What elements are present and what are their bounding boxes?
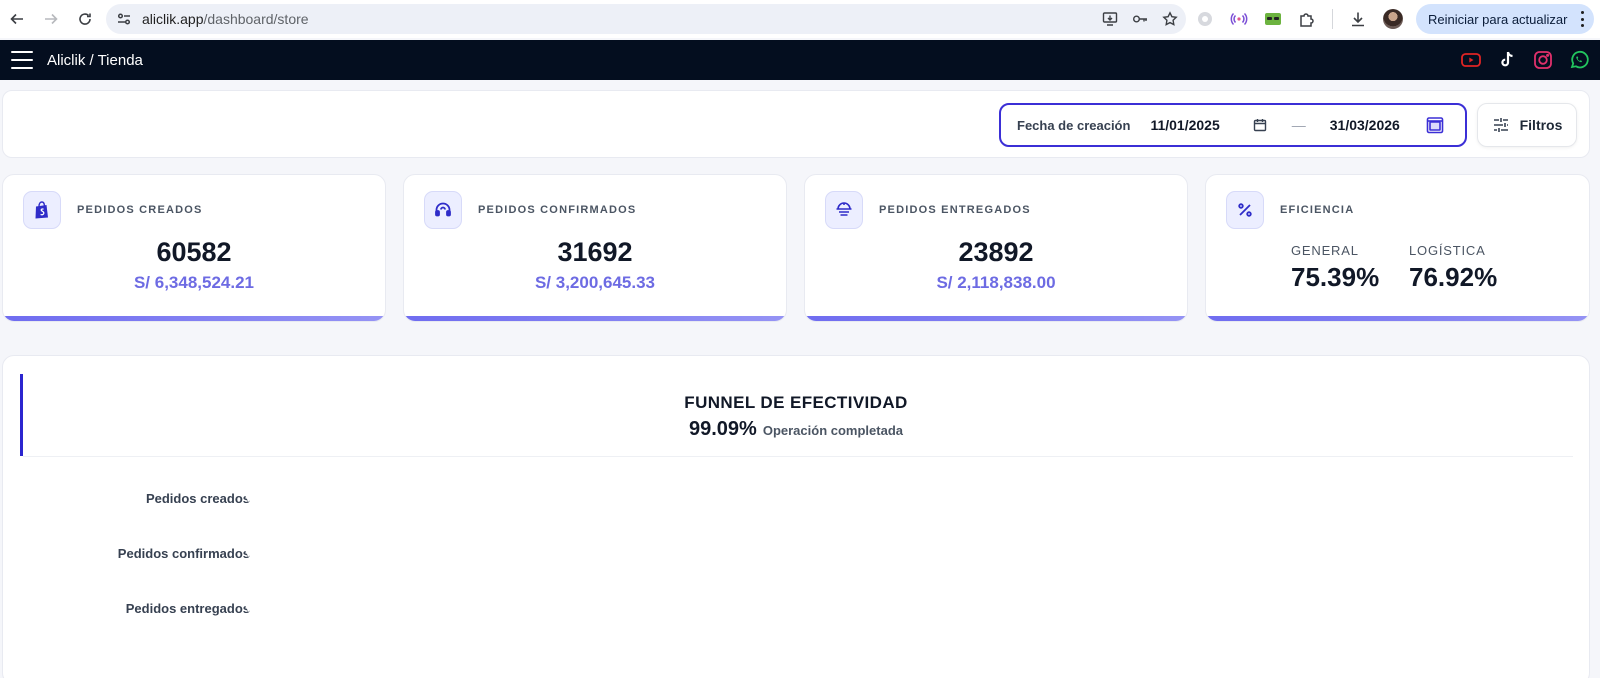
update-browser-label: Reiniciar para actualizar [1428, 11, 1568, 27]
sliders-icon [1493, 118, 1508, 132]
stat-label: EFICIENCIA [1280, 204, 1355, 216]
extension-gray-icon[interactable] [1196, 10, 1214, 28]
app-title: Aliclik / Tienda [47, 51, 143, 69]
date-range-label: Fecha de creación [1017, 117, 1131, 133]
efficiency-logistics-label: LOGÍSTICA [1409, 243, 1486, 258]
headset-icon [424, 191, 462, 229]
filters-label: Filtros [1519, 117, 1563, 133]
browser-toolbar: aliclik.app/dashboard/store Reiniciar pa… [0, 0, 1600, 38]
app-header: Aliclik / Tienda [0, 40, 1600, 80]
funnel-completion: 99.09% Operación completada [3, 418, 1589, 441]
stat-amount: S/ 6,348,524.21 [133, 273, 255, 292]
funnel-row: Pedidos creados 60,582 - 100% ▼ [3, 477, 1589, 534]
card-accent-bar [3, 316, 385, 321]
date-to-input[interactable]: 31/03/2026 [1330, 117, 1400, 133]
funnel-row-label: Pedidos creados [145, 491, 250, 506]
funnel-row: Pedidos entregados 23,892 - 39.44% ▼ [3, 587, 1589, 644]
social-links [1460, 49, 1590, 71]
bookmark-star-icon[interactable] [1162, 11, 1178, 27]
stat-label: PEDIDOS CREADOS [77, 204, 203, 216]
stat-label: PEDIDOS CONFIRMADOS [478, 204, 637, 216]
extensions-area [1196, 0, 1403, 38]
instagram-icon[interactable] [1532, 49, 1554, 71]
extension-glasses-icon[interactable] [1264, 10, 1282, 28]
stat-label: PEDIDOS ENTREGADOS [879, 204, 1031, 216]
card-accent-bar [404, 316, 786, 321]
stat-value: 60582 [156, 237, 232, 267]
toolbar-separator [1332, 9, 1333, 29]
tiktok-icon[interactable] [1496, 49, 1518, 71]
menu-hamburger-icon[interactable] [11, 51, 33, 69]
funnel-accent-line [20, 374, 23, 456]
arrow-left-icon [10, 13, 23, 25]
card-accent-bar [805, 316, 1187, 321]
extension-broadcast-icon[interactable] [1230, 10, 1248, 28]
profile-avatar[interactable] [1383, 9, 1403, 29]
funnel-completion-text: Operación completada [762, 423, 903, 438]
efficiency-general-label: GENERAL [1291, 243, 1359, 258]
install-app-icon[interactable] [1102, 11, 1118, 27]
funnel-bar-text: 23,892 - 39.44% [283, 602, 324, 644]
arrow-right-icon [45, 13, 58, 25]
funnel-row-label: Pedidos entregados [125, 601, 250, 616]
stat-amount: S/ 3,200,645.33 [534, 273, 656, 292]
funnel-card: FUNNEL DE EFECTIVIDAD 99.09% Operación co… [2, 355, 1590, 678]
whatsapp-icon[interactable] [1568, 49, 1590, 71]
update-browser-button[interactable]: Reiniciar para actualizar [1416, 4, 1594, 34]
efficiency-general-value: 75.39% [1291, 262, 1380, 292]
stat-card-efficiency: EFICIENCIA GENERAL 75.39% LOGÍSTICA 76.9… [1205, 174, 1590, 322]
date-separator: — [1291, 117, 1306, 133]
calendar-icon[interactable] [1426, 116, 1444, 134]
funnel-completion-value: 99.09% [689, 418, 757, 440]
filters-button[interactable]: Filtros [1477, 103, 1577, 147]
efficiency-logistics: LOGÍSTICA 76.92% [1409, 243, 1497, 293]
filter-bar: Fecha de creación 11/01/2025 — 31/03/202… [2, 90, 1590, 158]
stat-card-created: PEDIDOS CREADOS 60582 S/ 6,348,524.21 [2, 174, 386, 322]
date-range-picker[interactable]: Fecha de creación 11/01/2025 — 31/03/202… [999, 103, 1467, 147]
youtube-icon[interactable] [1460, 49, 1482, 71]
funnel-bar-text: 60,582 - 100% [283, 492, 320, 534]
efficiency-general: GENERAL 75.39% [1291, 243, 1379, 293]
funnel-bar-text: 31,692 - 52.31% [283, 547, 324, 589]
percent-icon [1226, 191, 1264, 229]
delivery-icon [825, 191, 863, 229]
funnel-title: FUNNEL DE EFECTIVIDAD [684, 393, 908, 412]
shopify-bag-icon [23, 191, 61, 229]
card-accent-bar [1206, 316, 1589, 321]
efficiency-logistics-value: 76.92% [1409, 262, 1498, 292]
stat-amount: S/ 2,118,838.00 [936, 273, 1056, 292]
reload-button[interactable] [68, 0, 102, 38]
forward-button[interactable] [34, 0, 68, 38]
funnel-divider [23, 456, 1573, 457]
calendar-icon[interactable] [1253, 118, 1267, 132]
caret-down-icon[interactable]: ▼ [242, 545, 255, 560]
funnel-row-label: Pedidos confirmados [117, 546, 250, 561]
funnel-row: Pedidos confirmados 31,692 - 52.31% ▼ [3, 532, 1589, 589]
reload-icon [79, 13, 91, 25]
stat-card-confirmed: PEDIDOS CONFIRMADOS 31692 S/ 3,200,645.3… [403, 174, 787, 322]
password-key-icon[interactable] [1132, 11, 1148, 27]
date-from-input[interactable]: 11/01/2025 [1150, 117, 1219, 133]
address-bar[interactable]: aliclik.app/dashboard/store [106, 4, 1186, 34]
back-button[interactable] [0, 0, 34, 38]
stat-card-delivered: PEDIDOS ENTREGADOS 23892 S/ 2,118,838.00 [804, 174, 1188, 322]
caret-down-icon[interactable]: ▼ [242, 490, 255, 505]
download-icon[interactable] [1349, 10, 1367, 28]
more-menu-icon[interactable] [1580, 11, 1584, 27]
extensions-puzzle-icon[interactable] [1298, 10, 1316, 28]
stat-value: 31692 [557, 237, 633, 267]
url-text: aliclik.app/dashboard/store [142, 11, 309, 27]
caret-down-icon[interactable]: ▼ [242, 600, 255, 615]
stat-value: 23892 [958, 237, 1034, 267]
site-settings-icon[interactable] [116, 11, 132, 27]
